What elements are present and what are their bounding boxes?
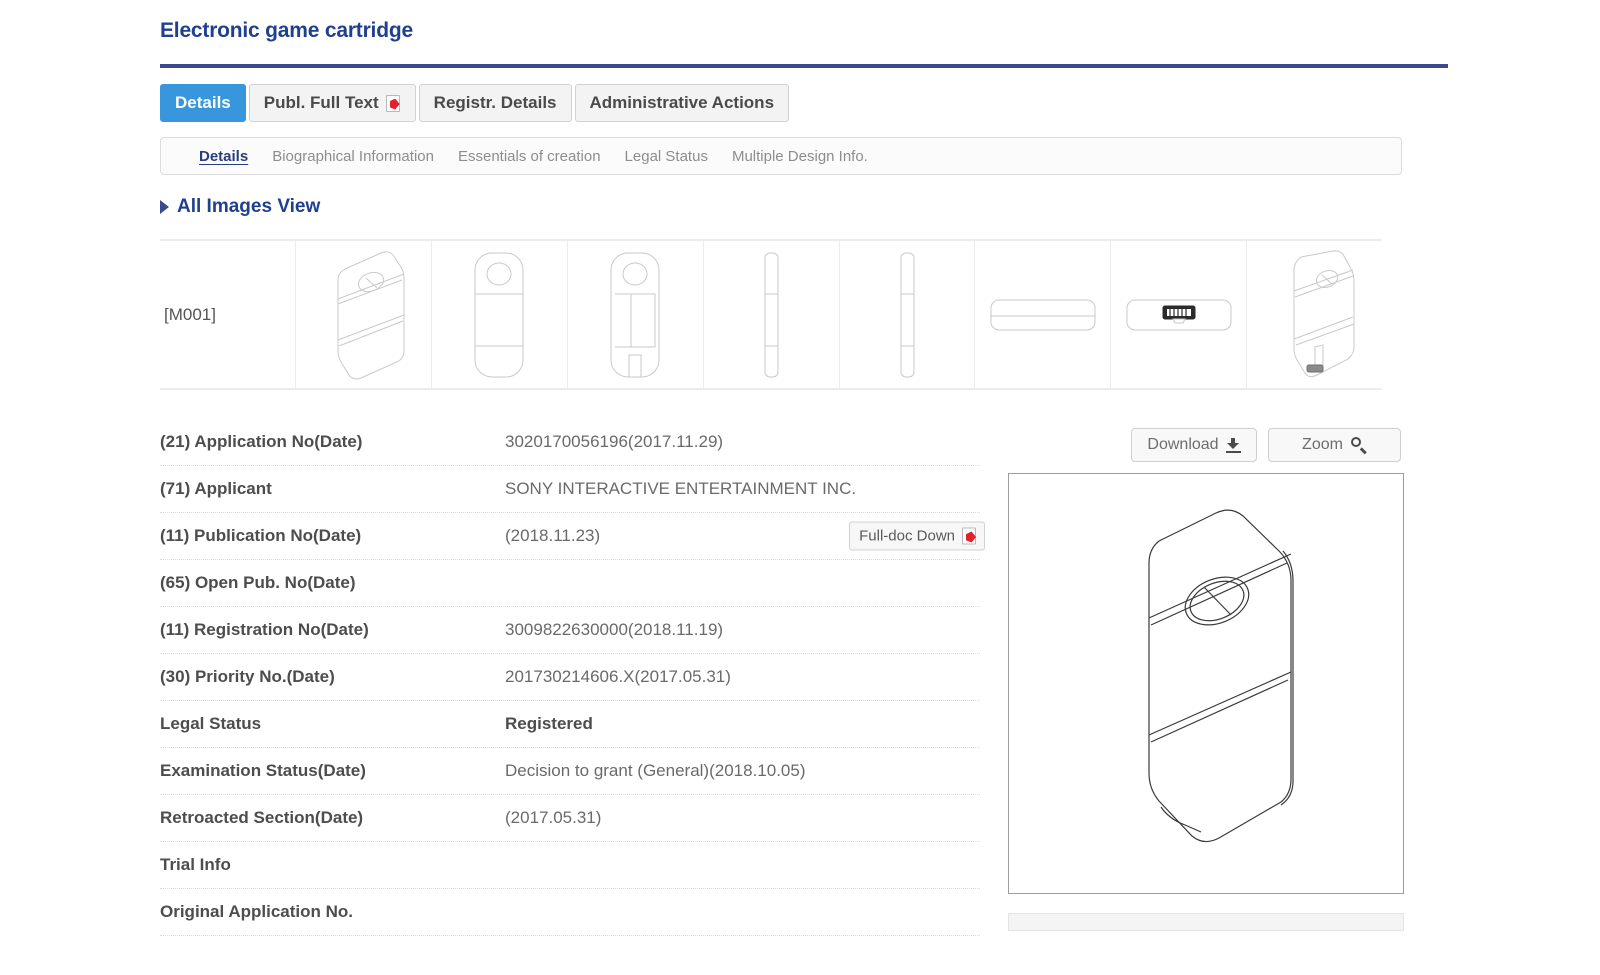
row-label: (71) Applicant — [160, 479, 505, 499]
row-label: Trial Info — [160, 855, 505, 875]
table-row: (30) Priority No.(Date) 201730214606.X(2… — [160, 654, 980, 701]
row-label: Examination Status(Date) — [160, 761, 505, 781]
all-images-view-label: All Images View — [177, 196, 320, 218]
download-button-label: Download — [1147, 436, 1218, 454]
row-label: (21) Application No(Date) — [160, 432, 505, 452]
row-value: (2017.05.31) — [505, 808, 980, 828]
zoom-button-label: Zoom — [1302, 436, 1343, 454]
table-row: Retroacted Section(Date) (2017.05.31) — [160, 795, 980, 842]
row-label: Legal Status — [160, 714, 505, 734]
tab-administrative-actions-label: Administrative Actions — [590, 93, 775, 113]
title-divider — [160, 64, 1448, 68]
table-row: (11) Publication No(Date) (2018.11.23) F… — [160, 513, 980, 560]
subnav-item-essentials-of-creation[interactable]: Essentials of creation — [458, 148, 601, 165]
row-value: SONY INTERACTIVE ENTERTAINMENT INC. — [505, 479, 980, 499]
thumbnail-rear-elevation[interactable] — [568, 241, 704, 388]
table-row: (21) Application No(Date) 3020170056196(… — [160, 419, 980, 466]
legal-status-value: Registered — [505, 714, 980, 734]
thumbnail-left-side[interactable] — [704, 241, 840, 388]
row-value: 3020170056196(2017.11.29) — [505, 432, 980, 452]
main-tab-bar: Details Publ. Full Text Registr. Details… — [160, 84, 792, 122]
subnav-item-multiple-design-info[interactable]: Multiple Design Info. — [732, 148, 868, 165]
row-label: (11) Registration No(Date) — [160, 620, 505, 640]
all-images-view-header[interactable]: All Images View — [160, 196, 320, 218]
page-title: Electronic game cartridge — [160, 19, 413, 43]
subnav-item-biographical-information[interactable]: Biographical Information — [272, 148, 434, 165]
table-row: Original Application No. — [160, 889, 980, 936]
design-label: [M001] — [164, 305, 216, 325]
pdf-icon — [386, 95, 401, 112]
thumbnail-perspective-rear[interactable] — [1247, 241, 1382, 388]
subnav-item-legal-status[interactable]: Legal Status — [625, 148, 708, 165]
tab-publ-full-text-label: Publ. Full Text — [264, 93, 379, 113]
design-label-cell: [M001] — [160, 241, 296, 388]
pdf-icon — [962, 528, 977, 545]
row-value: Decision to grant (General)(2018.10.05) — [505, 761, 980, 781]
row-label: (65) Open Pub. No(Date) — [160, 573, 505, 593]
triangle-right-icon — [160, 200, 169, 214]
row-label: (11) Publication No(Date) — [160, 526, 505, 546]
download-icon — [1226, 438, 1241, 453]
tab-publ-full-text[interactable]: Publ. Full Text — [249, 84, 416, 122]
thumbnail-strip: [M001] — [160, 239, 1382, 390]
zoom-button[interactable]: Zoom — [1268, 428, 1401, 462]
thumbnail-top-plan[interactable] — [975, 241, 1111, 388]
row-label: (30) Priority No.(Date) — [160, 667, 505, 687]
details-table: (21) Application No(Date) 3020170056196(… — [160, 419, 980, 936]
image-scroll-bar[interactable] — [1008, 913, 1404, 931]
table-row: (11) Registration No(Date) 3009822630000… — [160, 607, 980, 654]
patent-detail-page: Electronic game cartridge Details Publ. … — [0, 0, 1600, 975]
table-row: Examination Status(Date) Decision to gra… — [160, 748, 980, 795]
table-row: (71) Applicant SONY INTERACTIVE ENTERTAI… — [160, 466, 980, 513]
row-label: Original Application No. — [160, 902, 505, 922]
full-doc-download-button[interactable]: Full-doc Down — [849, 522, 985, 551]
tab-details-label: Details — [175, 93, 231, 113]
thumbnail-perspective-front[interactable] — [296, 241, 432, 388]
thumbnail-right-side[interactable] — [840, 241, 976, 388]
tab-registr-details[interactable]: Registr. Details — [419, 84, 572, 122]
sub-navigation-bar: Details Biographical Information Essenti… — [160, 137, 1402, 175]
cartridge-drawing — [1041, 489, 1371, 879]
image-toolbar: Download Zoom — [1131, 428, 1401, 462]
main-image-viewer[interactable] — [1008, 473, 1404, 894]
thumbnail-bottom-connector[interactable] — [1111, 241, 1247, 388]
download-button[interactable]: Download — [1131, 428, 1257, 462]
tab-details[interactable]: Details — [160, 84, 246, 122]
row-value: 3009822630000(2018.11.19) — [505, 620, 980, 640]
row-value: 201730214606.X(2017.05.31) — [505, 667, 980, 687]
table-row: (65) Open Pub. No(Date) — [160, 560, 980, 607]
table-row: Trial Info — [160, 842, 980, 889]
table-row: Legal Status Registered — [160, 701, 980, 748]
magnifier-icon — [1351, 437, 1367, 453]
full-doc-download-label: Full-doc Down — [859, 528, 955, 545]
subnav-item-details[interactable]: Details — [199, 148, 248, 165]
row-label: Retroacted Section(Date) — [160, 808, 505, 828]
tab-registr-details-label: Registr. Details — [434, 93, 557, 113]
tab-administrative-actions[interactable]: Administrative Actions — [575, 84, 790, 122]
thumbnail-front-elevation[interactable] — [432, 241, 568, 388]
